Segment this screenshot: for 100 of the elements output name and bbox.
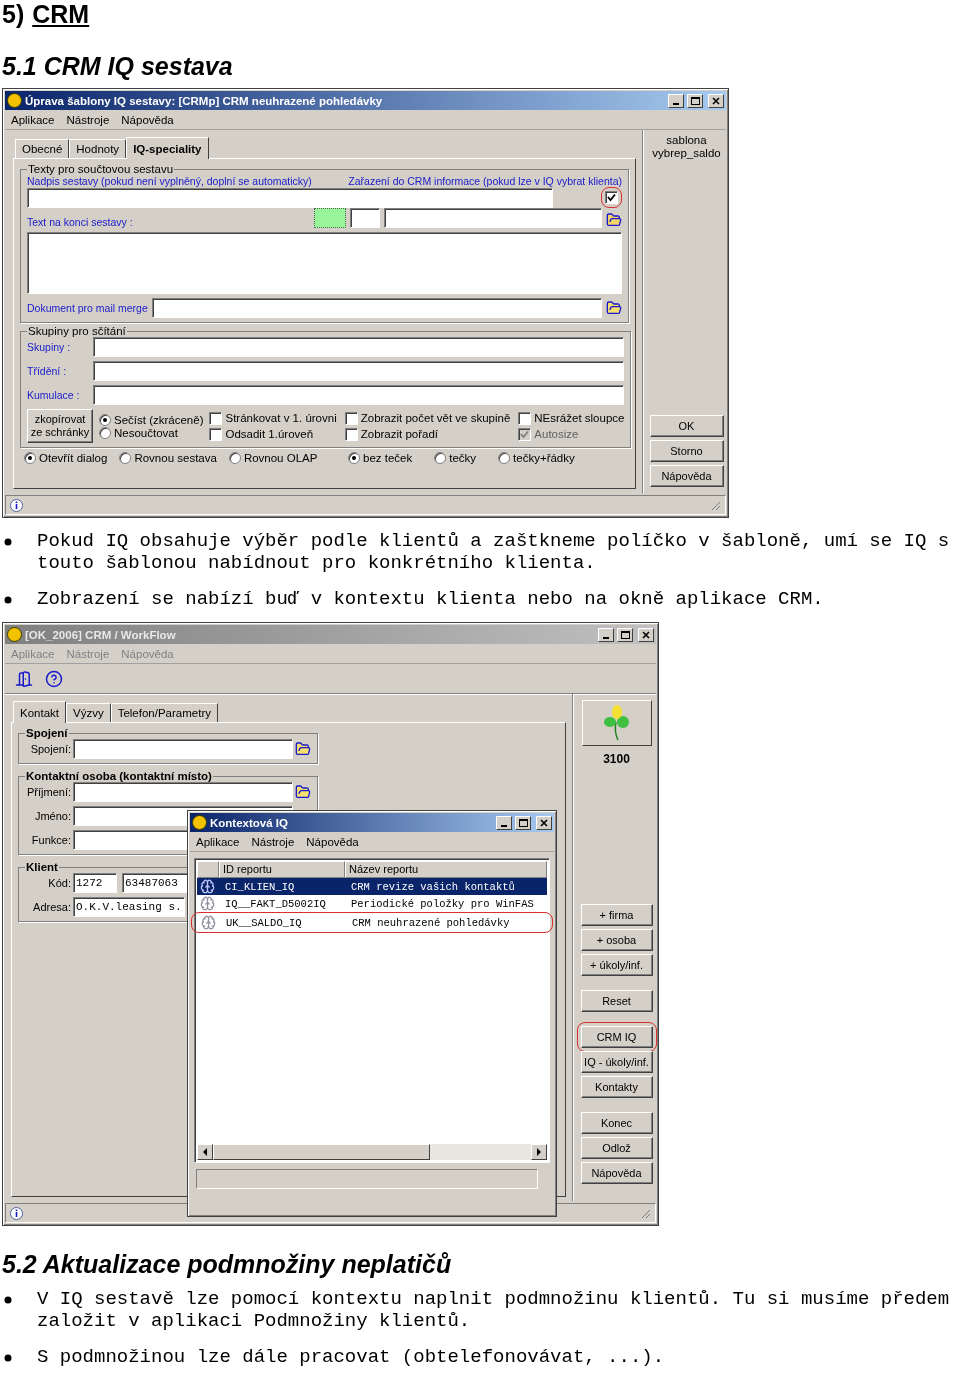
radio-button[interactable]: [24, 452, 36, 464]
checkbox[interactable]: [344, 427, 358, 441]
input-field[interactable]: 1272: [73, 873, 117, 893]
tab[interactable]: Kontakt: [13, 701, 66, 723]
app-logo-icon: [7, 627, 22, 642]
input-field[interactable]: [73, 739, 293, 759]
checkbox[interactable]: [209, 411, 223, 425]
radio-button[interactable]: [119, 452, 132, 464]
minimize-button[interactable]: [668, 93, 684, 108]
tab[interactable]: Obecné: [15, 139, 70, 158]
field-label: Skupiny :: [27, 341, 72, 353]
checkbox[interactable]: [518, 411, 532, 425]
input-field[interactable]: [151, 298, 602, 318]
input-field[interactable]: [384, 208, 602, 228]
tab[interactable]: Výzvy: [66, 703, 111, 722]
scroll-thumb[interactable]: [213, 1144, 430, 1160]
list-row[interactable]: CI_KLIEN_IQ CRM revize vašich kontaktů: [197, 878, 547, 895]
app-logo-icon: [7, 93, 22, 108]
option-label: tečky: [449, 452, 477, 464]
text-area[interactable]: [27, 232, 622, 294]
field-label: Spojení:: [29, 743, 71, 755]
input-field[interactable]: [93, 385, 625, 405]
minimize-button[interactable]: [496, 815, 512, 830]
maximize-button[interactable]: [617, 627, 633, 642]
minimize-icon: [673, 102, 679, 105]
color-swatch[interactable]: [314, 208, 346, 228]
group-label: Kontaktní osoba (kontaktní místo): [25, 770, 213, 782]
field-label: Kód:: [47, 877, 71, 889]
dialog-button[interactable]: Nápověda: [649, 465, 724, 487]
input-field[interactable]: [93, 337, 625, 357]
bullet-icon: [4, 596, 12, 604]
folder-icon[interactable]: [295, 784, 311, 800]
scroll-right-button[interactable]: [531, 1144, 547, 1160]
copy-button[interactable]: zkopírovat ze schránky: [27, 409, 93, 443]
close-icon: [540, 818, 548, 827]
list-row[interactable]: UK__SALDO_IQ CRM neuhrazené pohledávky: [198, 914, 546, 931]
side-button[interactable]: Konec: [580, 1112, 653, 1134]
folder-icon[interactable]: [295, 741, 311, 757]
minimize-icon: [603, 636, 609, 639]
option-label: Nesoučtovat: [114, 426, 178, 439]
left-arrow-icon: [202, 1148, 208, 1156]
menu-item[interactable]: Aplikace: [11, 113, 55, 126]
tab[interactable]: IQ-speciality: [126, 137, 209, 159]
radio-button[interactable]: [228, 452, 241, 464]
list-row[interactable]: IQ__FAKT_D5002IQ Periodické položky pro WinFAS: [197, 895, 547, 912]
window-title: Kontextová IQ: [210, 816, 289, 829]
side-button[interactable]: CRM IQ: [580, 1026, 653, 1048]
radio-button[interactable]: [498, 452, 511, 464]
info-icon: [10, 1206, 23, 1220]
side-button[interactable]: Kontakty: [580, 1076, 653, 1098]
scroll-left-button[interactable]: [197, 1144, 213, 1160]
tab[interactable]: Hodnoty: [69, 139, 127, 158]
input-field[interactable]: [350, 208, 380, 228]
badge-number: 3100: [603, 752, 630, 766]
menu-item[interactable]: Nástroje: [66, 113, 110, 126]
side-button[interactable]: Odlož: [580, 1137, 653, 1159]
maximize-button[interactable]: [687, 93, 703, 108]
maximize-button[interactable]: [515, 815, 531, 830]
input-field[interactable]: O.K.V.leasing s.: [73, 897, 185, 917]
menu-item[interactable]: Aplikace: [196, 835, 240, 848]
minimize-button[interactable]: [598, 627, 614, 642]
option-label: Stránkovat v 1. úrovni: [225, 412, 337, 424]
menu-item[interactable]: Nápověda: [306, 835, 359, 848]
option-label: NEsrážet sloupce: [534, 412, 625, 424]
group-label: Texty pro součtovou sestavu: [27, 163, 175, 175]
close-button[interactable]: [708, 93, 724, 108]
side-button[interactable]: + firma: [580, 904, 653, 926]
section-heading: 5.2 Aktualizace podmnožiny neplatičů: [2, 1249, 453, 1280]
bullet-icon: [4, 1354, 12, 1362]
field-label: Text na konci sestavy :: [27, 216, 134, 228]
folder-icon[interactable]: [606, 300, 622, 316]
close-button[interactable]: [536, 815, 552, 830]
input-field[interactable]: [27, 187, 553, 208]
resize-grip-icon: [640, 1207, 651, 1219]
close-icon: [712, 96, 720, 105]
dialog-button[interactable]: Storno: [649, 440, 724, 462]
radio-button[interactable]: [348, 452, 360, 464]
side-button[interactable]: + osoba: [580, 929, 653, 951]
template-name: sablona vybrep_saldo: [652, 134, 721, 160]
side-button[interactable]: Nápověda: [580, 1162, 653, 1184]
heading-link[interactable]: CRM: [32, 0, 90, 30]
checkbox[interactable]: [209, 427, 223, 441]
field-label: Funkce:: [30, 834, 71, 846]
field-label: Nadpis sestavy (pokud není vyplněný, doplní se automaticky): [27, 175, 312, 187]
checkbox[interactable]: [344, 411, 358, 425]
folder-icon[interactable]: [606, 212, 622, 228]
dialog-button[interactable]: OK: [649, 415, 724, 437]
side-button[interactable]: Reset: [580, 990, 653, 1012]
side-button[interactable]: IQ - úkoly/inf.: [580, 1051, 653, 1073]
app-logo-icon: [192, 815, 207, 830]
input-field[interactable]: [93, 361, 625, 381]
tab[interactable]: Telefon/Parametry: [110, 703, 218, 722]
menu-item[interactable]: Nástroje: [251, 835, 295, 848]
side-button[interactable]: + úkoly/inf.: [580, 954, 653, 976]
input-field[interactable]: [73, 782, 293, 802]
radio-button[interactable]: [434, 452, 447, 464]
close-button[interactable]: [638, 627, 654, 642]
menu-item[interactable]: Nápověda: [121, 113, 174, 126]
radio-button[interactable]: [99, 426, 111, 439]
option-label: Rovnou sestava: [134, 452, 217, 464]
